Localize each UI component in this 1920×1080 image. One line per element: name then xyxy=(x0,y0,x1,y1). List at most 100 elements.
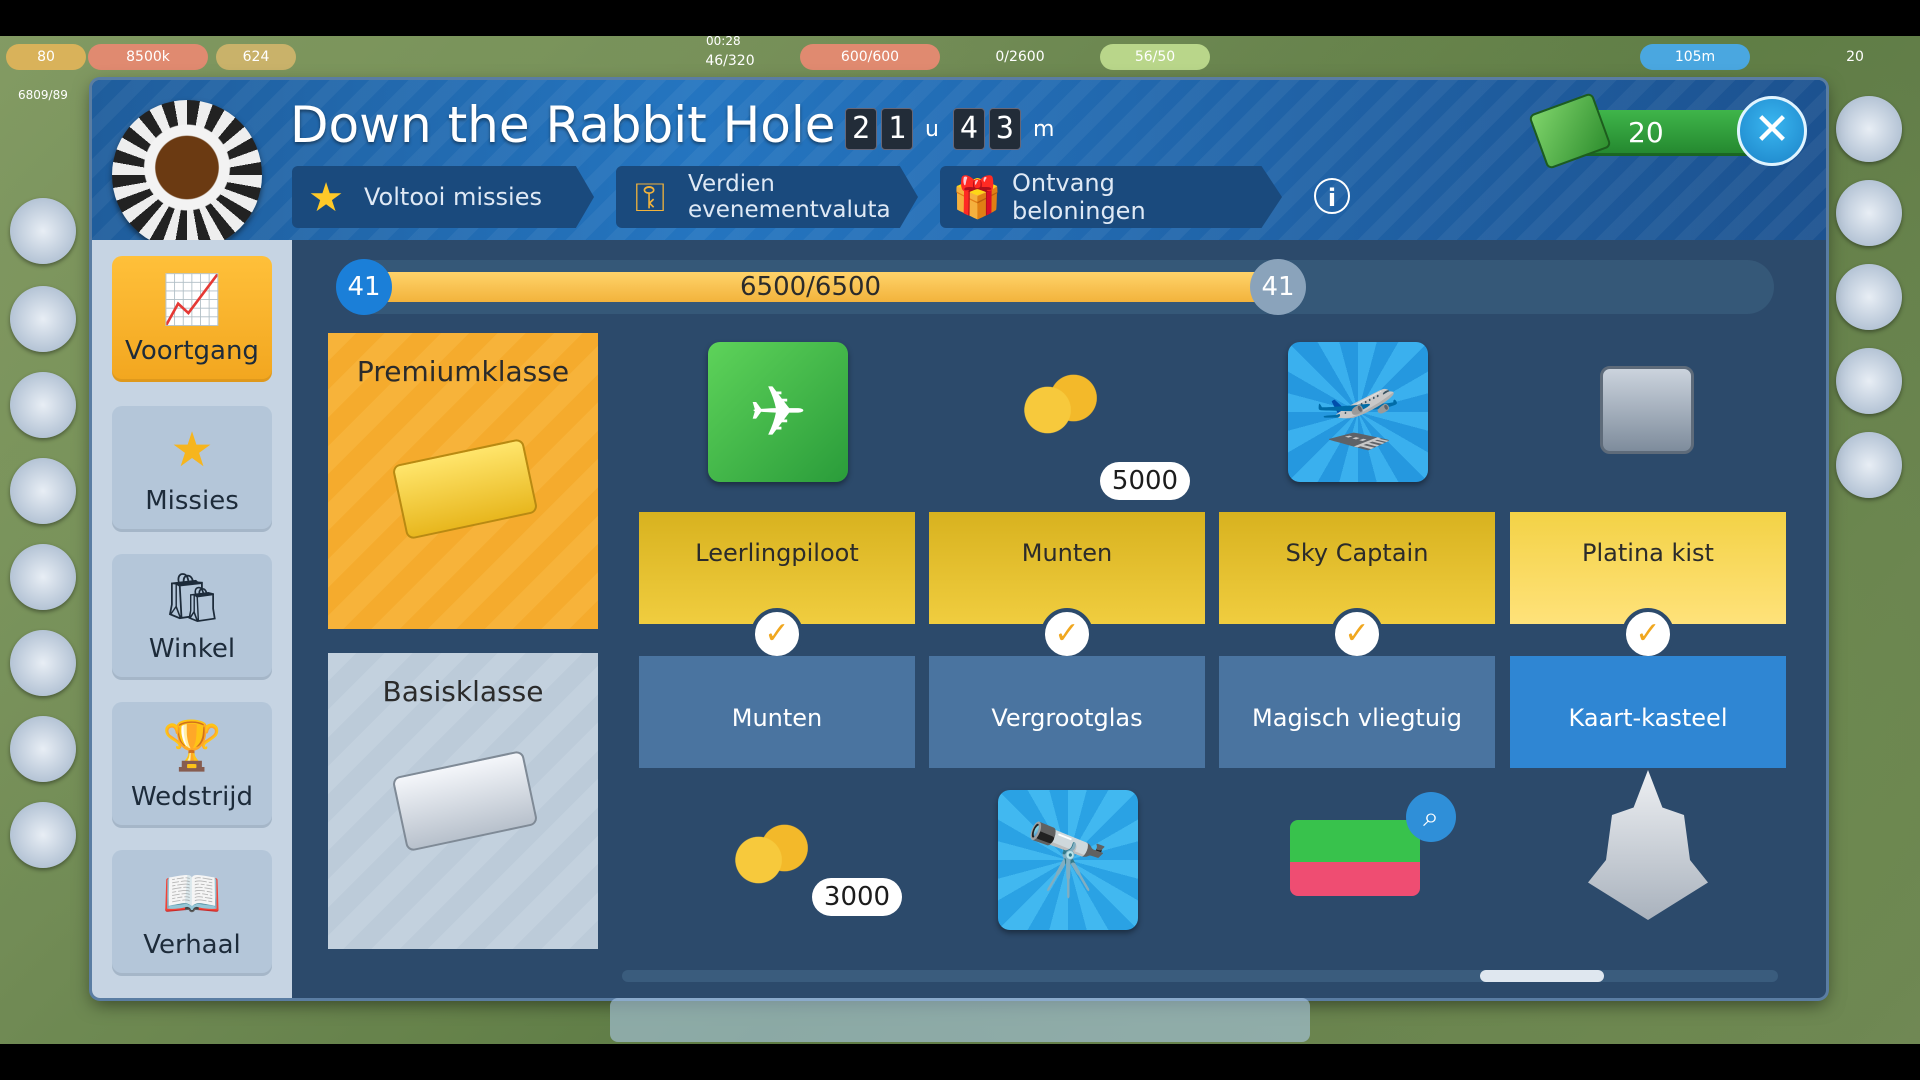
magnifier-icon[interactable]: ⌕ xyxy=(1406,792,1456,842)
card-castle-icon[interactable] xyxy=(1588,770,1708,920)
spyglass-icon[interactable]: 🔭 xyxy=(998,790,1138,930)
trophy-icon: 🏆 xyxy=(162,718,222,774)
key-icon: ⚿ xyxy=(634,175,666,221)
close-button[interactable]: ✕ xyxy=(1737,96,1807,166)
coins-icon[interactable] xyxy=(725,816,821,896)
reward-amount: 5000 xyxy=(1100,462,1190,500)
timer-digit: 3 xyxy=(988,108,1021,150)
fuel-counter: 46/320 xyxy=(705,53,755,69)
population-counter: 6809/89 xyxy=(18,88,68,102)
left-rail-button[interactable] xyxy=(10,630,76,696)
sidebar-item-missions[interactable]: ★ Missies xyxy=(112,406,272,532)
coins-counter[interactable]: 105m xyxy=(1640,44,1750,70)
premium-reward-label: Munten xyxy=(1021,539,1113,567)
event-panel: Down the Rabbit Hole 2 1 u 4 3 m ★ Volto… xyxy=(92,80,1826,998)
current-level-badge: 41 xyxy=(336,259,392,315)
basic-reward-label: Magisch vliegtuig xyxy=(1252,704,1462,732)
plane-star-icon[interactable]: ✈ xyxy=(708,342,848,482)
timer-unit: u xyxy=(925,116,939,142)
progress-chart-icon: 📈 xyxy=(162,272,222,328)
left-rail-button[interactable] xyxy=(10,802,76,868)
rewards-scrollbar[interactable] xyxy=(622,970,1778,982)
check-icon: ✓ xyxy=(751,608,803,660)
premium-reward-label: Sky Captain xyxy=(1285,539,1429,567)
check-icon: ✓ xyxy=(1331,608,1383,660)
premium-reward-label: Leerlingpiloot xyxy=(695,539,859,567)
progress-text: 6500/6500 xyxy=(740,272,882,302)
xp-bar: 8500k xyxy=(88,44,208,70)
basic-reward-slot[interactable]: Kaart-kasteel xyxy=(1510,656,1786,768)
storage-counter: 0/2600 xyxy=(995,49,1045,65)
star-icon: ★ xyxy=(308,175,344,221)
step-label: Voltooi missies xyxy=(364,183,542,211)
currency-value: 20 xyxy=(1628,116,1664,149)
event-steps: ★ Voltooi missies ⚿ Verdien evenementval… xyxy=(292,166,1282,228)
left-rail-button[interactable] xyxy=(10,372,76,438)
sidebar-item-label: Wedstrijd xyxy=(130,782,254,812)
check-icon: ✓ xyxy=(1041,608,1093,660)
stars-counter: 624 xyxy=(216,44,296,70)
sidebar-item-label: Missies xyxy=(145,486,239,516)
teacup-icon xyxy=(112,100,262,250)
platinum-chest-icon[interactable] xyxy=(1600,366,1694,454)
silver-ticket-icon xyxy=(391,749,539,853)
cargo-counter: 600/600 xyxy=(800,44,940,70)
event-sidebar: 📈 Voortgang ★ Missies 🛍 Winkel 🏆 Wedstri… xyxy=(92,240,292,998)
sidebar-item-label: Winkel xyxy=(148,634,236,664)
plane-calendar-icon[interactable]: 🛫 xyxy=(1288,342,1428,482)
gold-ticket-icon xyxy=(391,437,539,541)
left-rail-button[interactable] xyxy=(10,716,76,782)
step-complete-missions[interactable]: ★ Voltooi missies xyxy=(292,166,594,228)
cash-icon xyxy=(1528,92,1612,170)
progress-track: 41 41 6500/6500 xyxy=(336,259,1774,315)
crew-counter: 56/50 xyxy=(1100,44,1210,70)
sidebar-item-label: Voortgang xyxy=(125,336,259,366)
star-icon: ★ xyxy=(170,422,214,478)
sidebar-item-shop[interactable]: 🛍 Winkel xyxy=(112,554,272,680)
basic-reward-slot[interactable]: Munten xyxy=(639,656,915,768)
sidebar-item-progress[interactable]: 📈 Voortgang xyxy=(112,256,272,382)
basic-reward-label: Munten xyxy=(731,704,823,732)
right-rail-button[interactable] xyxy=(1836,432,1902,498)
cash-counter[interactable]: 20 xyxy=(1820,44,1890,70)
timer-digit: 1 xyxy=(881,108,913,150)
scrollbar-thumb[interactable] xyxy=(1480,970,1604,982)
basic-class-card[interactable]: Basisklasse xyxy=(328,653,598,949)
info-icon[interactable]: i xyxy=(1314,178,1350,214)
timer-unit: m xyxy=(1032,116,1055,142)
step-receive-rewards[interactable]: 🎁 Ontvang beloningen xyxy=(940,166,1282,228)
flamingo-plane-icon[interactable] xyxy=(1290,820,1420,896)
step-label: Ontvang beloningen xyxy=(1012,169,1146,225)
left-rail-button[interactable] xyxy=(10,198,76,264)
event-title: Down the Rabbit Hole xyxy=(290,96,836,154)
sidebar-item-story[interactable]: 📖 Verhaal xyxy=(112,850,272,976)
premium-class-title: Premiumklasse xyxy=(356,355,570,388)
check-icon: ✓ xyxy=(1622,608,1674,660)
left-rail-button[interactable] xyxy=(10,286,76,352)
top-hud: 80 8500k 624 6809/89 00:28 46/320 600/60… xyxy=(0,34,1920,102)
event-header: Down the Rabbit Hole 2 1 u 4 3 m ★ Volto… xyxy=(92,80,1826,250)
basic-reward-slot[interactable]: Magisch vliegtuig xyxy=(1219,656,1495,768)
right-rail-button[interactable] xyxy=(1836,264,1902,330)
premium-class-card[interactable]: Premiumklasse xyxy=(328,333,598,629)
right-rail-button[interactable] xyxy=(1836,180,1902,246)
right-rail-button[interactable] xyxy=(1836,96,1902,162)
coins-icon[interactable] xyxy=(1014,366,1110,446)
step-label: Verdien evenementvaluta xyxy=(688,171,891,223)
timer-digit: 4 xyxy=(952,108,985,150)
basic-reward-label: Vergrootglas xyxy=(991,704,1143,732)
reward-amount: 3000 xyxy=(812,878,902,916)
basic-class-title: Basisklasse xyxy=(382,675,544,708)
basic-reward-slot[interactable]: Vergrootglas xyxy=(929,656,1205,768)
shopping-bag-icon: 🛍 xyxy=(162,570,223,626)
right-rail-button[interactable] xyxy=(1836,348,1902,414)
next-level-badge: 41 xyxy=(1250,259,1306,315)
basic-reward-label: Kaart-kasteel xyxy=(1568,704,1728,732)
gift-icon: 🎁 xyxy=(952,175,1002,221)
left-rail-button[interactable] xyxy=(10,544,76,610)
step-earn-currency[interactable]: ⚿ Verdien evenementvaluta xyxy=(616,166,918,228)
left-rail-button[interactable] xyxy=(10,458,76,524)
sidebar-item-contest[interactable]: 🏆 Wedstrijd xyxy=(112,702,272,828)
timer-digit: 2 xyxy=(845,108,877,150)
level-badge[interactable]: 80 xyxy=(6,44,86,70)
